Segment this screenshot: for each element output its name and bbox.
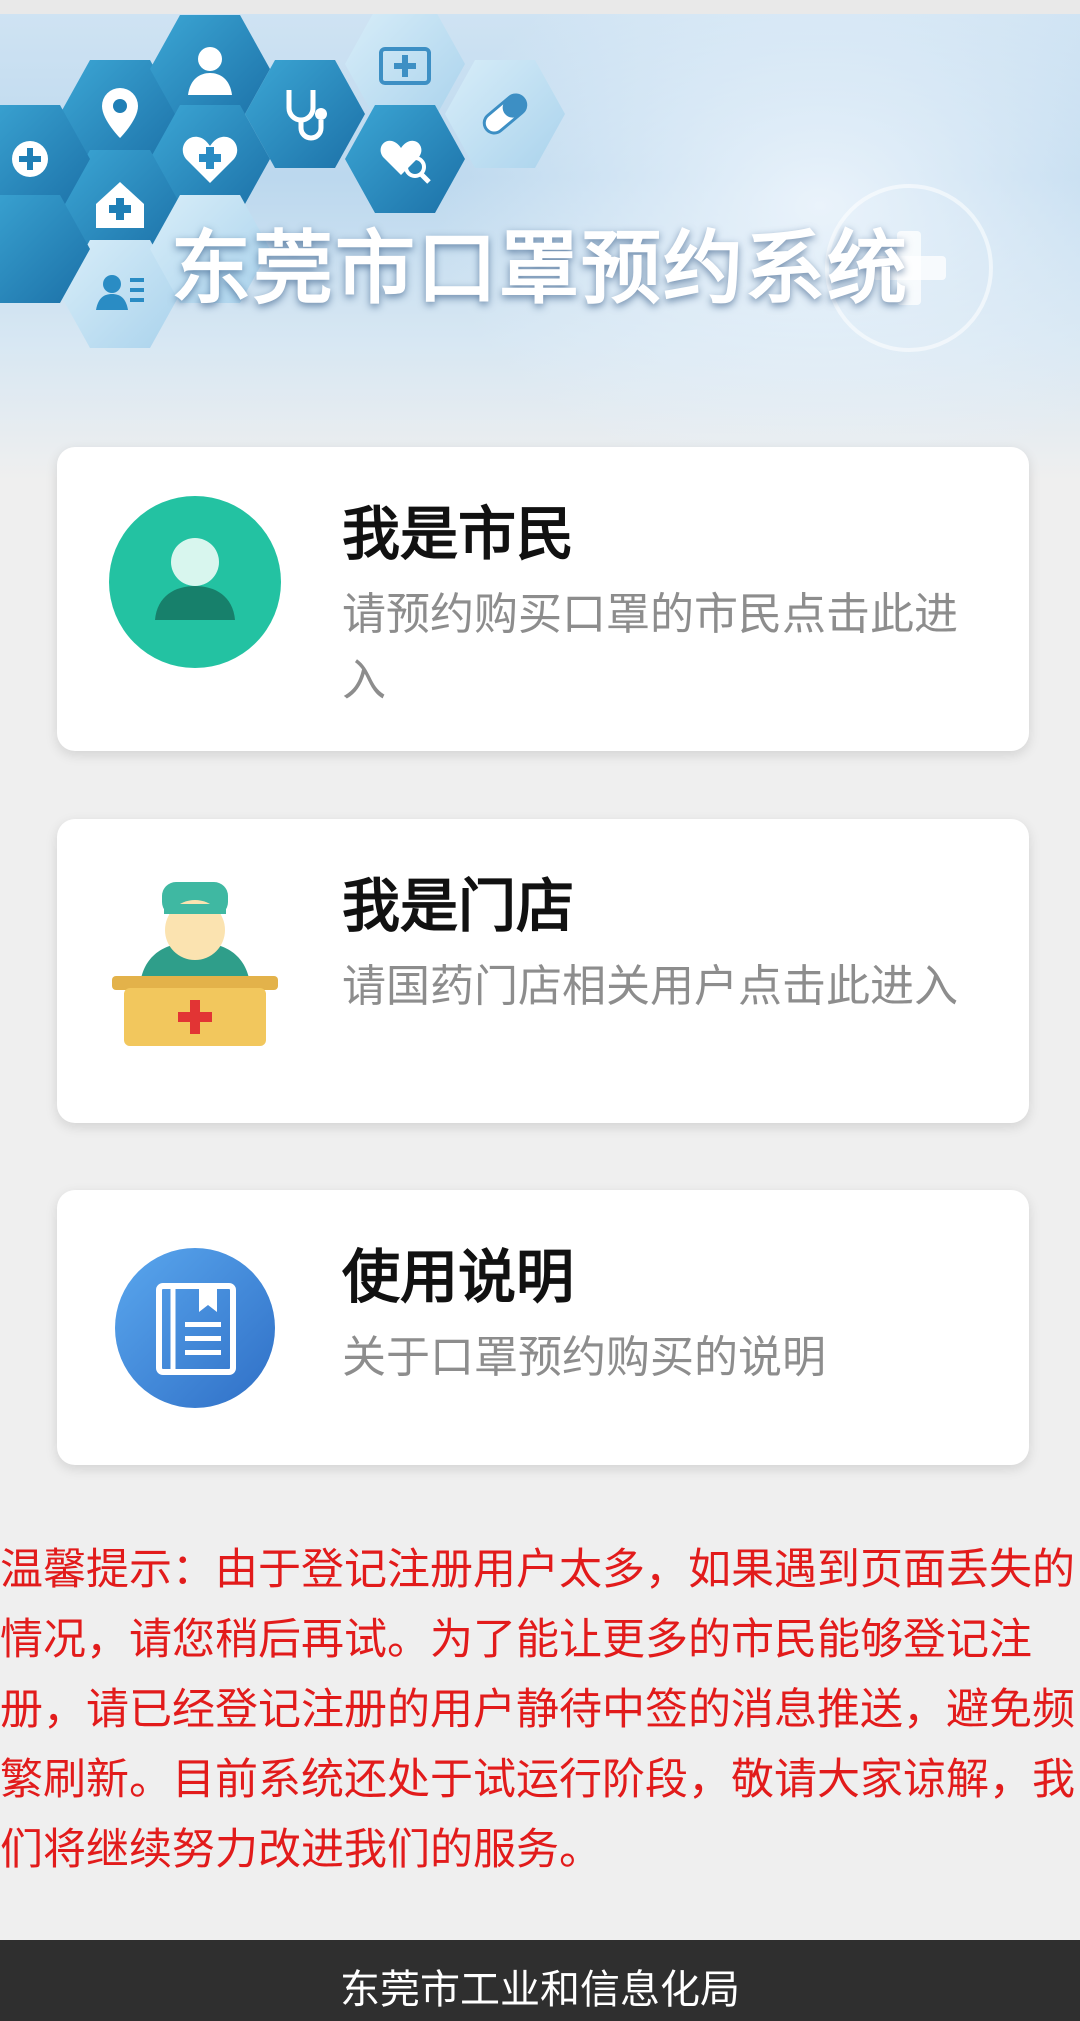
store-card-title: 我是门店	[342, 872, 575, 940]
manual-book-icon	[105, 1238, 285, 1418]
store-card-description: 请国药门店相关用户点击此进入	[342, 961, 958, 1012]
warm-notice-text: 温馨提示：由于登记注册用户太多，如果遇到页面丢失的情况，请您稍后再试。为了能让更…	[0, 1545, 1075, 1875]
app-title: 东莞市口罩预约系统	[171, 222, 909, 315]
footer-organization: 东莞市工业和信息化局	[340, 1967, 740, 2013]
manual-card-title: 使用说明	[342, 1243, 575, 1311]
citizen-card-description: 请预约购买口罩的市民点击此进入	[342, 589, 958, 706]
pharmacy-staff-icon	[105, 874, 285, 1054]
header-banner: 东莞市口罩预约系统	[0, 14, 1080, 480]
citizen-entry-card[interactable]: 我是市民 请预约购买口罩的市民点击此进入	[57, 447, 1029, 751]
manual-entry-card[interactable]: 使用说明 关于口罩预约购买的说明	[57, 1190, 1029, 1465]
store-entry-card[interactable]: 我是门店 请国药门店相关用户点击此进入	[57, 819, 1029, 1123]
citizen-card-title: 我是市民	[342, 500, 575, 568]
manual-card-description: 关于口罩预约购买的说明	[342, 1332, 826, 1383]
status-strip	[0, 0, 1080, 14]
citizen-person-icon	[105, 492, 285, 672]
footer-bar: 东莞市工业和信息化局	[0, 1940, 1080, 2021]
